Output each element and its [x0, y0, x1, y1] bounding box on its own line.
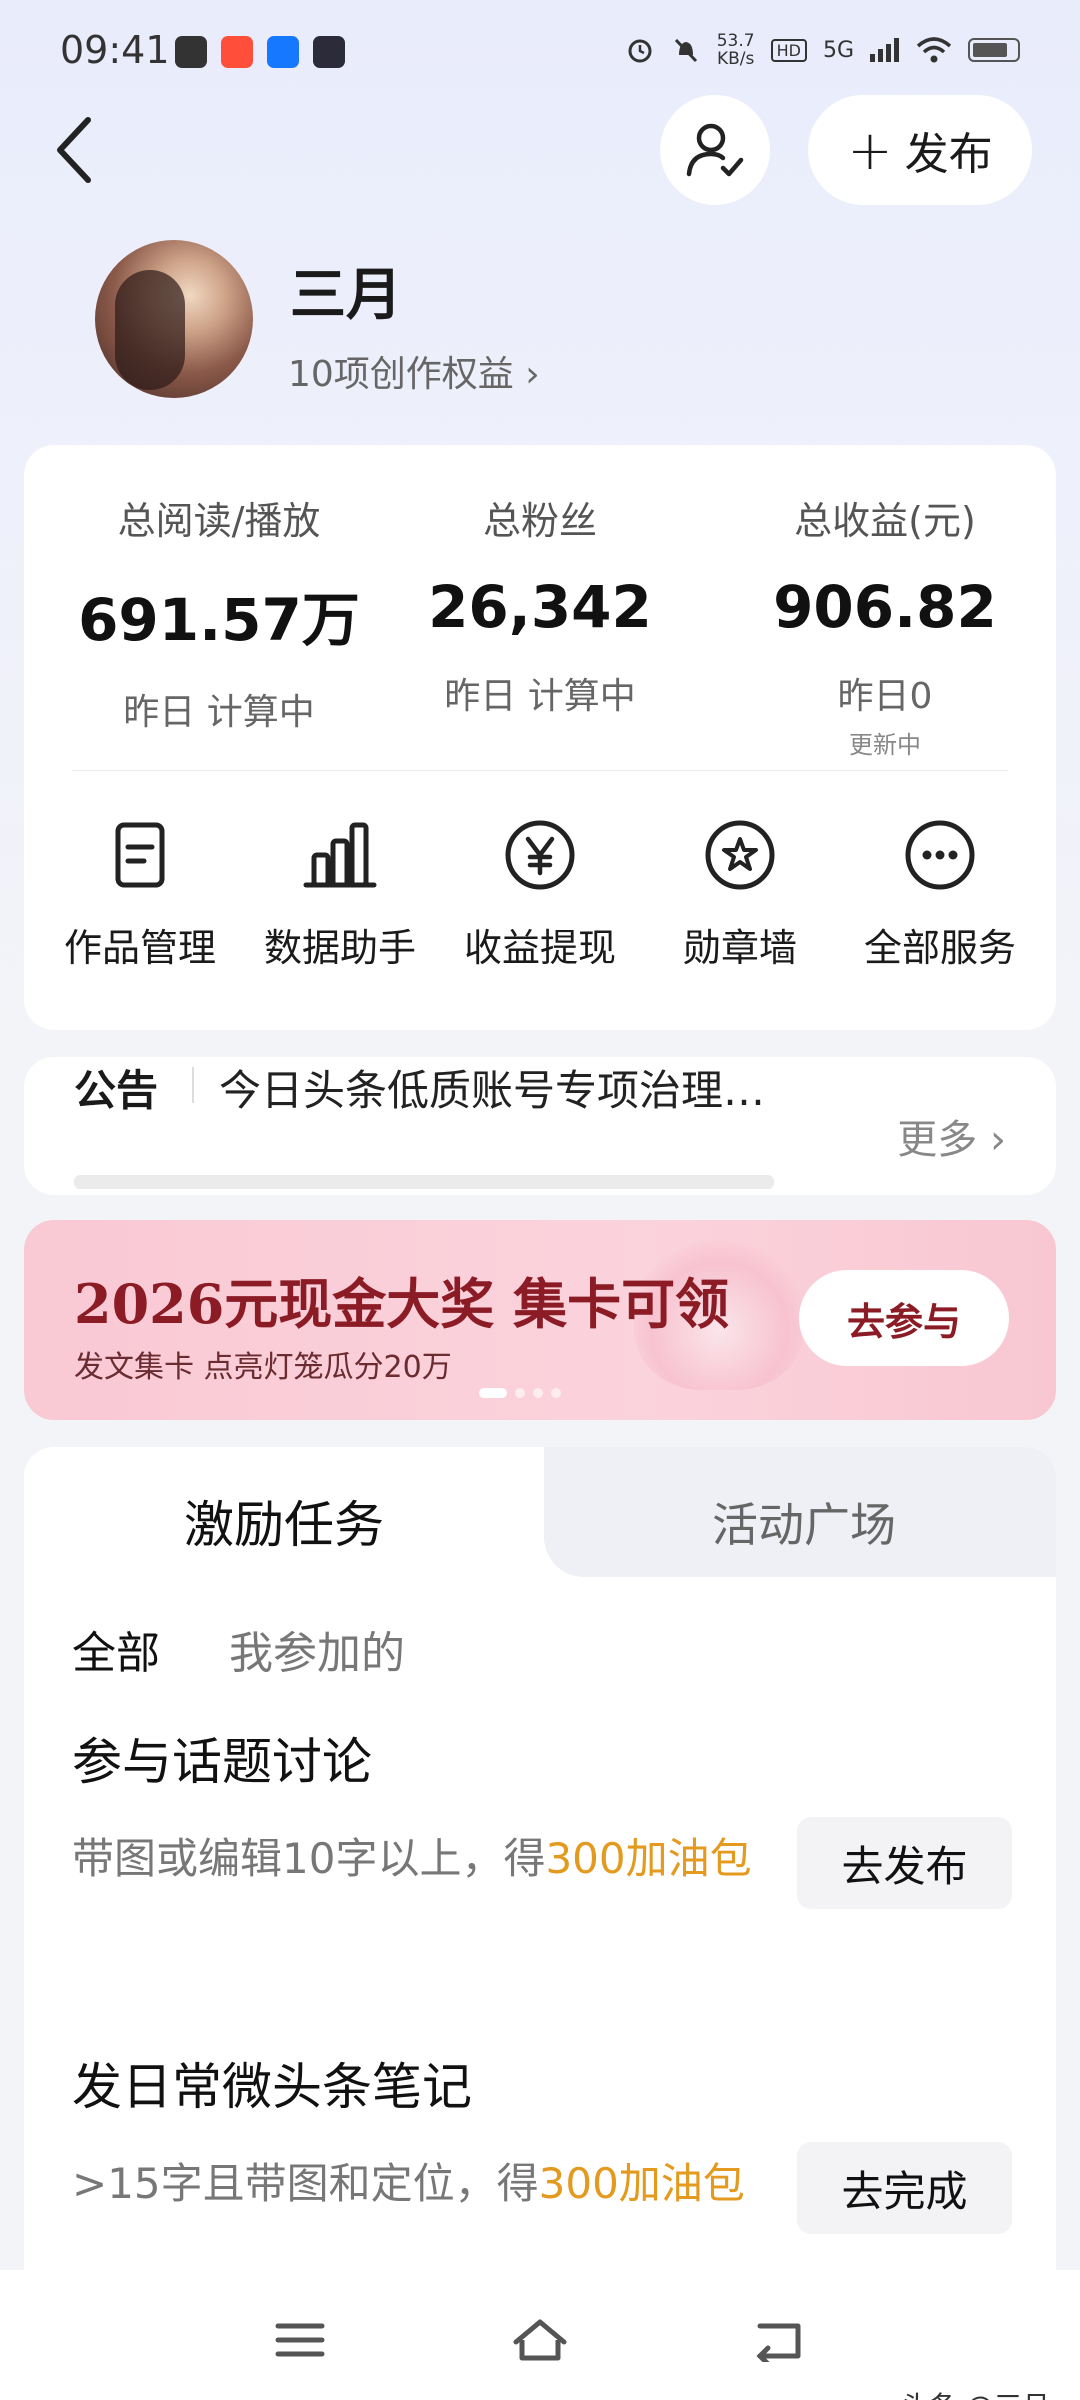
notice-text[interactable]: 今日头条低质账号专项治理…: [219, 1057, 765, 1118]
chevron-left-icon: [57, 117, 91, 183]
wifi-icon: [916, 37, 952, 63]
mute-icon: [674, 38, 697, 63]
service-works-management[interactable]: 作品管理: [40, 815, 240, 972]
tasks-panel: 激励任务 活动广场 全部 我参加的 参与话题讨论 带图或编辑10字以上，得300…: [24, 1447, 1056, 2297]
task-reward: 300加油包: [545, 1834, 752, 1883]
back-button[interactable]: [48, 110, 108, 190]
notice-next-item-peek: [74, 1175, 774, 1189]
stat-total-earnings[interactable]: 总收益(元) 906.82 昨日0 更新中: [720, 490, 1050, 760]
task-action-button[interactable]: 去完成: [797, 2142, 1012, 2234]
home-icon[interactable]: [510, 2318, 570, 2362]
publish-button[interactable]: + 发布: [808, 95, 1032, 205]
carousel-dots: [479, 1388, 561, 1398]
carousel-dot: [515, 1388, 525, 1398]
plus-icon: +: [847, 118, 893, 182]
divider: [72, 770, 1008, 771]
document-icon: [115, 822, 165, 888]
banner-subtitle: 发文集卡 点亮灯笼瓜分20万: [74, 1350, 452, 1385]
service-withdraw-earnings[interactable]: 收益提现: [440, 815, 640, 972]
publish-label: 发布: [904, 129, 993, 180]
watermark: 头条 @三月: [901, 2385, 1050, 2400]
stat-sub: 昨日0: [837, 676, 933, 717]
hd-badge: HD: [770, 38, 807, 62]
service-label: 数据助手: [263, 926, 416, 970]
user-name: 三月: [290, 263, 402, 328]
alipay-notification-icon: [267, 36, 299, 68]
task-description: 带图或编辑10字以上，得300加油包: [72, 1834, 752, 1883]
stat-sub: 昨日 计算中: [444, 676, 636, 717]
medal-icon: [705, 820, 775, 890]
signal-icon: [870, 38, 899, 62]
task-description: >15字且带图和定位，得300加油包: [72, 2159, 745, 2208]
stat-sub: 昨日 计算中: [123, 692, 315, 733]
task-title: 发日常微头条笔记: [72, 2058, 472, 2116]
system-nav-bar: [0, 2270, 1080, 2400]
task-action-button[interactable]: 去发布: [797, 1817, 1012, 1909]
task-title: 参与话题讨论: [72, 1733, 372, 1791]
stat-value: 26,342: [428, 573, 652, 641]
stat-label: 总收益(元): [794, 499, 976, 543]
task-reward: 300加油包: [538, 2159, 745, 2208]
carousel-dot: [533, 1388, 543, 1398]
status-notification-icons: [175, 36, 345, 68]
bar-chart-icon: [303, 822, 377, 888]
promo-banner[interactable]: 2026元现金大奖 集卡可领 发文集卡 点亮灯笼瓜分20万 去参与: [24, 1220, 1056, 1420]
task-item: 发日常微头条笔记 >15字且带图和定位，得300加油包 去完成: [72, 2047, 1012, 2234]
notice-more-link[interactable]: 更多 ›: [897, 1107, 1006, 1165]
yen-icon: [505, 820, 575, 890]
status-indicators: 53.7 KB/s HD 5G: [625, 32, 1020, 68]
taobao-notification-icon: [221, 36, 253, 68]
stat-updating-note: 更新中: [849, 731, 921, 759]
stat-value: 906.82: [773, 573, 997, 641]
task-item: 参与话题讨论 带图或编辑10字以上，得300加油包 去发布: [72, 1722, 1012, 1909]
network-type: 5G: [822, 37, 854, 63]
app-notification-icon: [175, 36, 207, 68]
back-nav-icon[interactable]: [750, 2318, 810, 2362]
filter-all[interactable]: 全部: [72, 1617, 160, 1681]
user-check-icon: [686, 123, 744, 177]
notice-tag: 公告: [74, 1066, 159, 1115]
banner-join-button[interactable]: 去参与: [799, 1270, 1009, 1366]
service-grid: 作品管理 数据助手 收益提现 勋章墙 全部服务: [24, 815, 1056, 972]
more-icon: [905, 820, 975, 890]
service-medal-wall[interactable]: 勋章墙: [640, 815, 840, 972]
service-label: 勋章墙: [682, 926, 797, 970]
carousel-dot: [551, 1388, 561, 1398]
service-data-assistant[interactable]: 数据助手: [240, 815, 440, 972]
carousel-dot-active: [479, 1388, 507, 1398]
service-label: 收益提现: [463, 926, 616, 970]
network-speed: 53.7 KB/s: [716, 31, 755, 69]
filter-joined[interactable]: 我参加的: [229, 1617, 405, 1681]
stat-label: 总阅读/播放: [117, 499, 321, 543]
notice-separator: [192, 1067, 194, 1103]
notice-card[interactable]: 公告 今日头条低质账号专项治理… 更多 ›: [24, 1057, 1056, 1195]
stat-total-fans[interactable]: 总粉丝 26,342 昨日 计算中: [375, 490, 705, 719]
stat-total-reads[interactable]: 总阅读/播放 691.57万 昨日 计算中: [54, 490, 384, 735]
stat-label: 总粉丝: [482, 499, 597, 543]
tab-incentive-tasks[interactable]: 激励任务: [24, 1485, 544, 1557]
menu-icon[interactable]: [270, 2318, 330, 2362]
status-bar: 09:41 53.7 KB/s HD 5G: [0, 0, 1080, 100]
alarm-icon: [628, 39, 652, 63]
avatar[interactable]: [95, 240, 253, 398]
service-label: 作品管理: [63, 926, 216, 970]
status-time: 09:41: [60, 28, 170, 72]
creator-rights-link[interactable]: 10项创作权益 ›: [288, 345, 540, 397]
banner-title: 2026元现金大奖 集卡可领: [74, 1272, 730, 1336]
followers-button[interactable]: [660, 95, 770, 205]
battery-icon: [968, 38, 1020, 62]
video-notification-icon: [313, 36, 345, 68]
stat-value: 691.57万: [78, 586, 360, 654]
tab-activity-square-label[interactable]: 活动广场: [564, 1489, 1044, 1555]
service-label: 全部服务: [863, 926, 1016, 970]
stats-card: 总阅读/播放 691.57万 昨日 计算中 总粉丝 26,342 昨日 计算中 …: [24, 445, 1056, 1030]
service-all-services[interactable]: 全部服务: [840, 815, 1040, 972]
